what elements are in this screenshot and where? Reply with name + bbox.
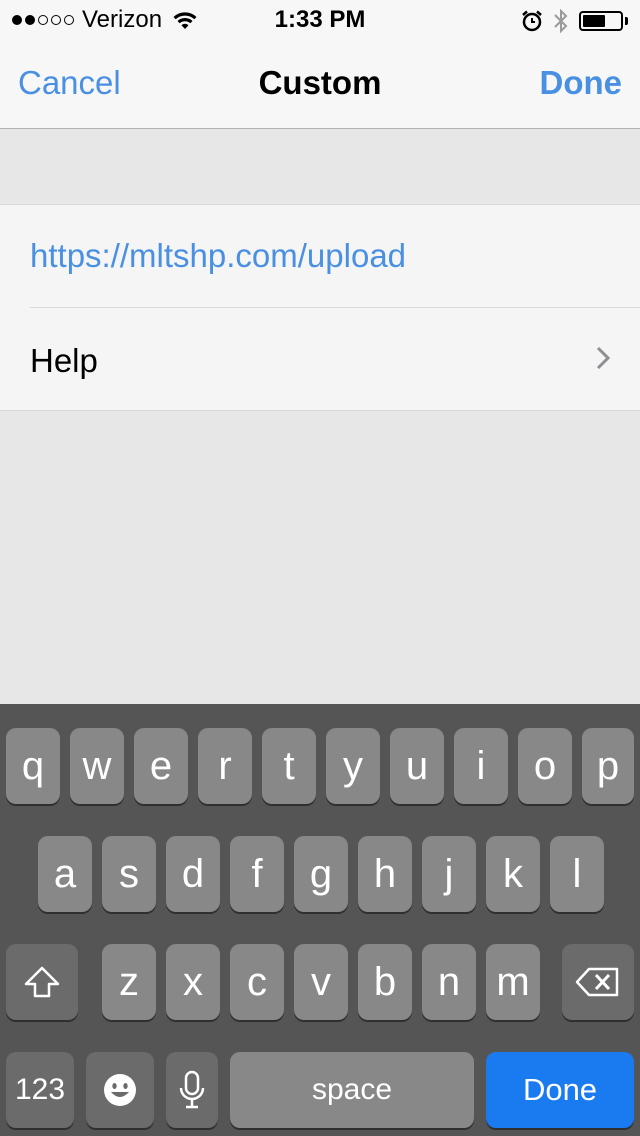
key-d[interactable]: d	[166, 836, 220, 912]
key-z[interactable]: z	[102, 944, 156, 1020]
status-bar: Verizon 1:33 PM	[0, 0, 640, 40]
key-k[interactable]: k	[486, 836, 540, 912]
key-j[interactable]: j	[422, 836, 476, 912]
emoji-icon	[104, 1074, 136, 1106]
key-q[interactable]: q	[6, 728, 60, 804]
key-s[interactable]: s	[102, 836, 156, 912]
keyboard-done-key[interactable]: Done	[486, 1052, 634, 1128]
battery-cap	[625, 17, 628, 25]
done-button[interactable]: Done	[540, 64, 623, 102]
key-m[interactable]: m	[486, 944, 540, 1020]
chevron-right-icon	[596, 346, 610, 370]
key-v[interactable]: v	[294, 944, 348, 1020]
key-x[interactable]: x	[166, 944, 220, 1020]
key-b[interactable]: b	[358, 944, 412, 1020]
alarm-clock-icon	[522, 10, 542, 32]
key-i[interactable]: i	[454, 728, 508, 804]
key-e[interactable]: e	[134, 728, 188, 804]
key-a[interactable]: a	[38, 836, 92, 912]
navigation-bar: Cancel Custom Done	[0, 40, 640, 129]
help-row[interactable]: Help	[30, 307, 640, 410]
key-c[interactable]: c	[230, 944, 284, 1020]
space-key[interactable]: space	[230, 1052, 474, 1128]
url-row	[0, 205, 640, 307]
key-r[interactable]: r	[198, 728, 252, 804]
url-field[interactable]	[30, 205, 610, 307]
keyboard: q w e r t y u i o p a s d f g h j k l z …	[0, 704, 640, 1136]
dictation-key[interactable]	[166, 1052, 218, 1128]
key-h[interactable]: h	[358, 836, 412, 912]
emoji-key[interactable]	[86, 1052, 154, 1128]
shift-key[interactable]	[6, 944, 78, 1020]
key-p[interactable]: p	[582, 728, 634, 804]
help-label: Help	[30, 342, 98, 379]
delete-key[interactable]	[562, 944, 634, 1020]
key-g[interactable]: g	[294, 836, 348, 912]
status-right	[521, 8, 628, 34]
bluetooth-icon	[554, 8, 568, 34]
key-y[interactable]: y	[326, 728, 380, 804]
key-l[interactable]: l	[550, 836, 604, 912]
key-o[interactable]: o	[518, 728, 572, 804]
key-t[interactable]: t	[262, 728, 316, 804]
backspace-icon	[575, 967, 619, 997]
cancel-button[interactable]: Cancel	[18, 64, 121, 102]
settings-table: Help	[0, 204, 640, 411]
microphone-icon	[179, 1070, 205, 1109]
numbers-key[interactable]: 123	[6, 1052, 74, 1128]
battery-level	[583, 15, 605, 27]
key-f[interactable]: f	[230, 836, 284, 912]
key-w[interactable]: w	[70, 728, 124, 804]
battery-icon	[579, 11, 623, 31]
shift-icon	[24, 966, 60, 998]
key-n[interactable]: n	[422, 944, 476, 1020]
key-u[interactable]: u	[390, 728, 444, 804]
